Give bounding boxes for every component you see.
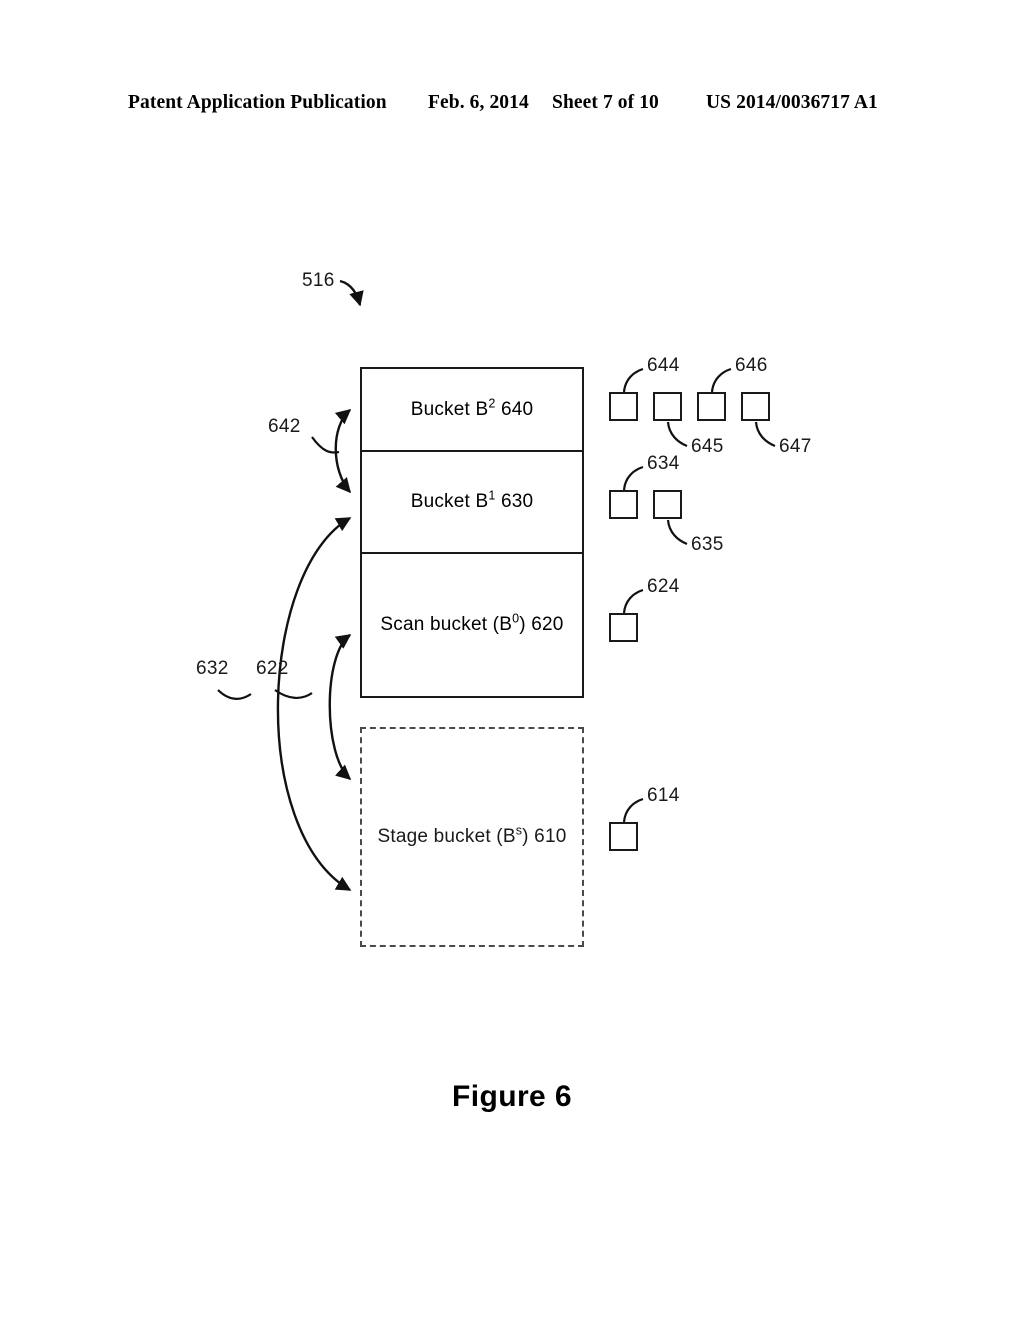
bucket-b1-box[interactable]: Bucket B1 630 <box>362 450 582 552</box>
element-square-644[interactable] <box>609 392 638 421</box>
ref-label-634: 634 <box>647 453 680 474</box>
element-square-635[interactable] <box>653 490 682 519</box>
element-square-624[interactable] <box>609 613 638 642</box>
ref-label-614: 614 <box>647 785 680 806</box>
ref-label-647: 647 <box>779 436 812 457</box>
figure-caption: Figure 6 <box>452 1080 572 1113</box>
ref-label-624: 624 <box>647 576 680 597</box>
leader-645 <box>666 421 688 448</box>
element-square-647[interactable] <box>741 392 770 421</box>
bucket-b2-superscript: 2 <box>488 396 496 411</box>
bucket-b1-label: Bucket B1 630 <box>410 488 534 512</box>
leader-516 <box>339 279 364 307</box>
ref-label-635: 635 <box>691 534 724 555</box>
ref-label-646: 646 <box>735 355 768 376</box>
leader-644 <box>622 367 644 393</box>
bucket-b1-superscript: 1 <box>488 488 496 503</box>
stage-bucket-label: Stage bucket (Bs) 610 <box>377 823 567 847</box>
ref-label-644: 644 <box>647 355 680 376</box>
stage-bucket-box[interactable]: Stage bucket (Bs) 610 <box>360 727 584 947</box>
arrow-642-double <box>311 409 352 494</box>
bucket-b2-box[interactable]: Bucket B2 640 <box>362 369 582 450</box>
bucket-stack: Bucket B2 640 Bucket B1 630 Scan bucket … <box>360 367 584 698</box>
leader-614 <box>622 797 644 823</box>
leader-634 <box>622 465 644 491</box>
leader-624 <box>622 588 644 614</box>
element-square-634[interactable] <box>609 490 638 519</box>
element-square-645[interactable] <box>653 392 682 421</box>
ref-label-516: 516 <box>302 270 335 291</box>
scan-bucket-box[interactable]: Scan bucket (B0) 620 <box>362 552 582 696</box>
ref-label-645: 645 <box>691 436 724 457</box>
ref-label-642: 642 <box>268 416 301 437</box>
ref-label-622: 622 <box>256 658 289 679</box>
element-square-646[interactable] <box>697 392 726 421</box>
element-square-614[interactable] <box>609 822 638 851</box>
leader-646 <box>710 367 732 393</box>
leader-635 <box>666 519 688 546</box>
arrow-622-double <box>274 634 352 780</box>
figure-diagram: 516 Bucket B2 640 Bucket B1 630 Scan buc… <box>0 0 1024 1320</box>
leader-647 <box>754 421 776 448</box>
ref-label-632: 632 <box>196 658 229 679</box>
bucket-b2-label: Bucket B2 640 <box>410 396 534 420</box>
scan-bucket-label: Scan bucket (B0) 620 <box>380 611 564 635</box>
